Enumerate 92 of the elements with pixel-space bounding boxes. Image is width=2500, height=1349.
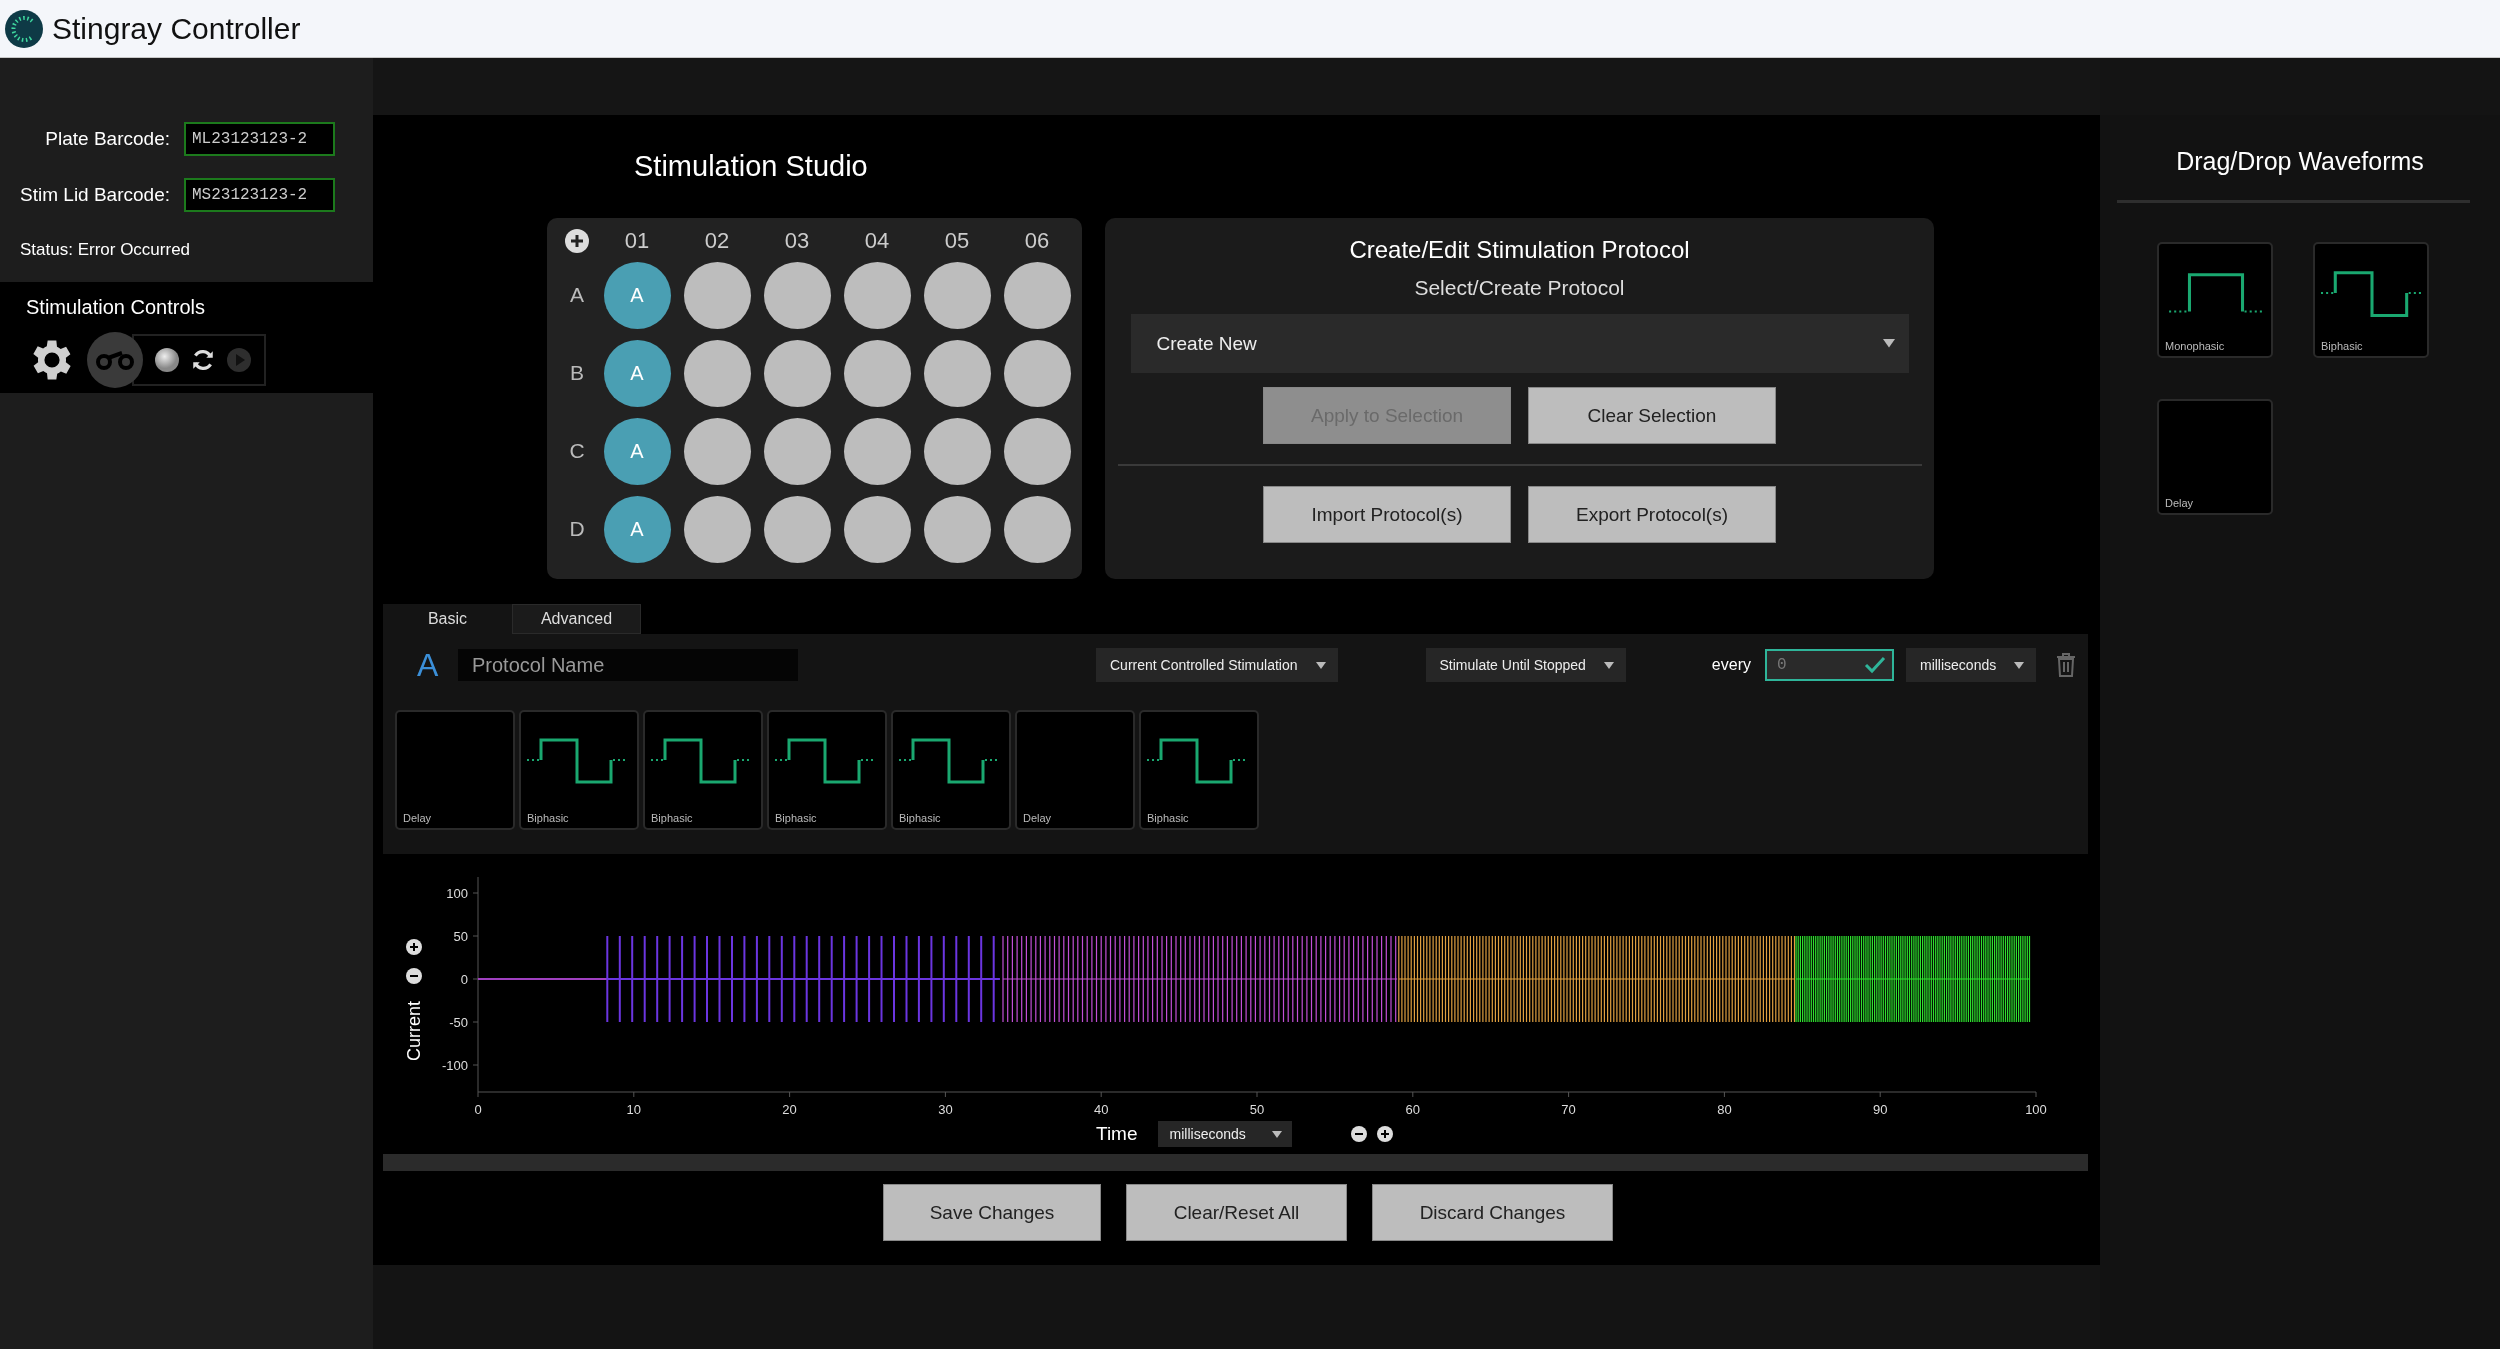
app-logo-icon [4, 8, 44, 49]
x-tick-label: 80 [1717, 1102, 1732, 1117]
caret-icon [1315, 661, 1326, 669]
controls-title: Stimulation Controls [26, 296, 206, 319]
interval-field[interactable]: 0 [1764, 649, 1894, 681]
y-tick-label: 100 [446, 886, 468, 901]
editor-tab[interactable]: Basic [383, 604, 512, 634]
barcode-label: Stim Lid Barcode: [19, 184, 170, 206]
tile-label: Monophasic [2165, 340, 2226, 352]
waveform-tile[interactable]: Delay [2157, 399, 2273, 515]
row-label: A [570, 283, 584, 307]
panel-title: Create/Edit Stimulation Protocol [1349, 236, 1690, 264]
zoom-out-icon[interactable] [406, 968, 422, 984]
x-tick-label: 40 [1093, 1102, 1109, 1117]
zoom-out-icon[interactable] [1349, 1125, 1368, 1143]
waveform-block[interactable]: Delay [1015, 710, 1135, 830]
waveform-tile[interactable]: Biphasic [2313, 242, 2429, 358]
x-tick-label: 10 [626, 1102, 642, 1117]
studio-title: Stimulation Studio [633, 149, 869, 184]
tile-label: Delay [2165, 497, 2195, 509]
interval-unit-dropdown[interactable]: milliseconds [1905, 648, 2037, 682]
palette-title: Drag/Drop Waveforms [2175, 146, 2425, 176]
caret-icon [1271, 1130, 1282, 1138]
add-icon[interactable] [564, 228, 590, 254]
row-label: B [570, 361, 584, 385]
protocol-letter: A [416, 646, 440, 684]
waveform-block[interactable]: Biphasic [643, 710, 763, 830]
axis-label: Current [404, 1001, 424, 1061]
footer-button[interactable]: Clear/Reset All [1126, 1184, 1347, 1241]
panel-subtitle: Select/Create Protocol [1414, 276, 1625, 300]
protocol-button[interactable]: Clear Selection [1528, 387, 1776, 444]
waveform-block[interactable]: Biphasic [1139, 710, 1259, 830]
x-tick-label: 70 [1561, 1102, 1576, 1117]
run-mode-dropdown[interactable]: Stimulate Until Stopped [1425, 648, 1626, 682]
x-tick-label: 90 [1872, 1102, 1888, 1117]
waveform-tile[interactable]: Monophasic [2157, 242, 2273, 358]
x-tick-label: 60 [1405, 1102, 1421, 1117]
x-tick-label: 30 [938, 1102, 953, 1117]
column-label: 04 [864, 228, 890, 254]
caret-icon [1603, 661, 1614, 669]
scroll-bar[interactable] [383, 1154, 2088, 1171]
y-tick-label: 0 [460, 972, 468, 987]
stimulation-type-dropdown[interactable]: Current Controlled Stimulation [1096, 648, 1338, 682]
column-label: 01 [624, 228, 650, 254]
time-unit-dropdown[interactable]: milliseconds [1157, 1121, 1292, 1147]
block-label: Biphasic [527, 812, 570, 824]
y-tick-label: 50 [453, 929, 468, 944]
trash-icon[interactable] [2056, 653, 2077, 677]
protocol-name-field[interactable]: Protocol Name [458, 649, 798, 681]
block-label: Biphasic [1147, 812, 1190, 824]
footer-button[interactable]: Discard Changes [1372, 1184, 1613, 1241]
waveform-block[interactable]: Biphasic [891, 710, 1011, 830]
every-label: every [1711, 656, 1751, 674]
footer-button[interactable]: Save Changes [883, 1184, 1101, 1241]
row-label: D [569, 517, 585, 541]
y-tick-label: -50 [449, 1015, 468, 1030]
block-label: Biphasic [899, 812, 942, 824]
barcode-field[interactable]: MS23123123-2 [184, 178, 335, 212]
protocol-button[interactable]: Export Protocol(s) [1528, 486, 1776, 543]
x-tick-label: 0 [474, 1102, 482, 1117]
protocol-button[interactable]: Import Protocol(s) [1263, 486, 1511, 543]
status-light-icon [154, 347, 180, 373]
column-label: 05 [944, 228, 970, 254]
block-label: Delay [403, 812, 433, 824]
x-tick-label: 50 [1249, 1102, 1265, 1117]
block-label: Biphasic [775, 812, 818, 824]
y-tick-label: -100 [441, 1058, 468, 1073]
waveform-block[interactable]: Biphasic [767, 710, 887, 830]
protocol-dropdown[interactable]: Create New [1130, 314, 1909, 373]
barcode-field[interactable]: ML23123123-2 [184, 122, 335, 156]
caret-icon [1882, 339, 1895, 348]
waveform-block[interactable]: Biphasic [519, 710, 639, 830]
caret-icon [2014, 661, 2025, 669]
zoom-in-icon[interactable] [406, 939, 422, 955]
row-label: C [569, 439, 585, 463]
refresh-icon[interactable] [190, 347, 216, 373]
barcode-label: Plate Barcode: [44, 128, 170, 150]
column-label: 02 [704, 228, 730, 254]
block-label: Biphasic [651, 812, 694, 824]
axis-label: Time [1096, 1123, 1138, 1145]
x-tick-label: 20 [782, 1102, 797, 1117]
window-title: Stingray Controller [52, 11, 301, 46]
waveform-block[interactable]: Delay [395, 710, 515, 830]
zoom-in-icon[interactable] [1375, 1125, 1394, 1143]
column-label: 03 [784, 228, 810, 254]
status-text: Status: Error Occurred [20, 240, 192, 260]
column-label: 06 [1024, 228, 1050, 254]
editor-tab[interactable]: Advanced [512, 604, 641, 634]
tile-label: Biphasic [2321, 340, 2364, 352]
check-icon [1863, 656, 1886, 674]
block-label: Delay [1023, 812, 1053, 824]
x-tick-label: 100 [2025, 1102, 2047, 1117]
